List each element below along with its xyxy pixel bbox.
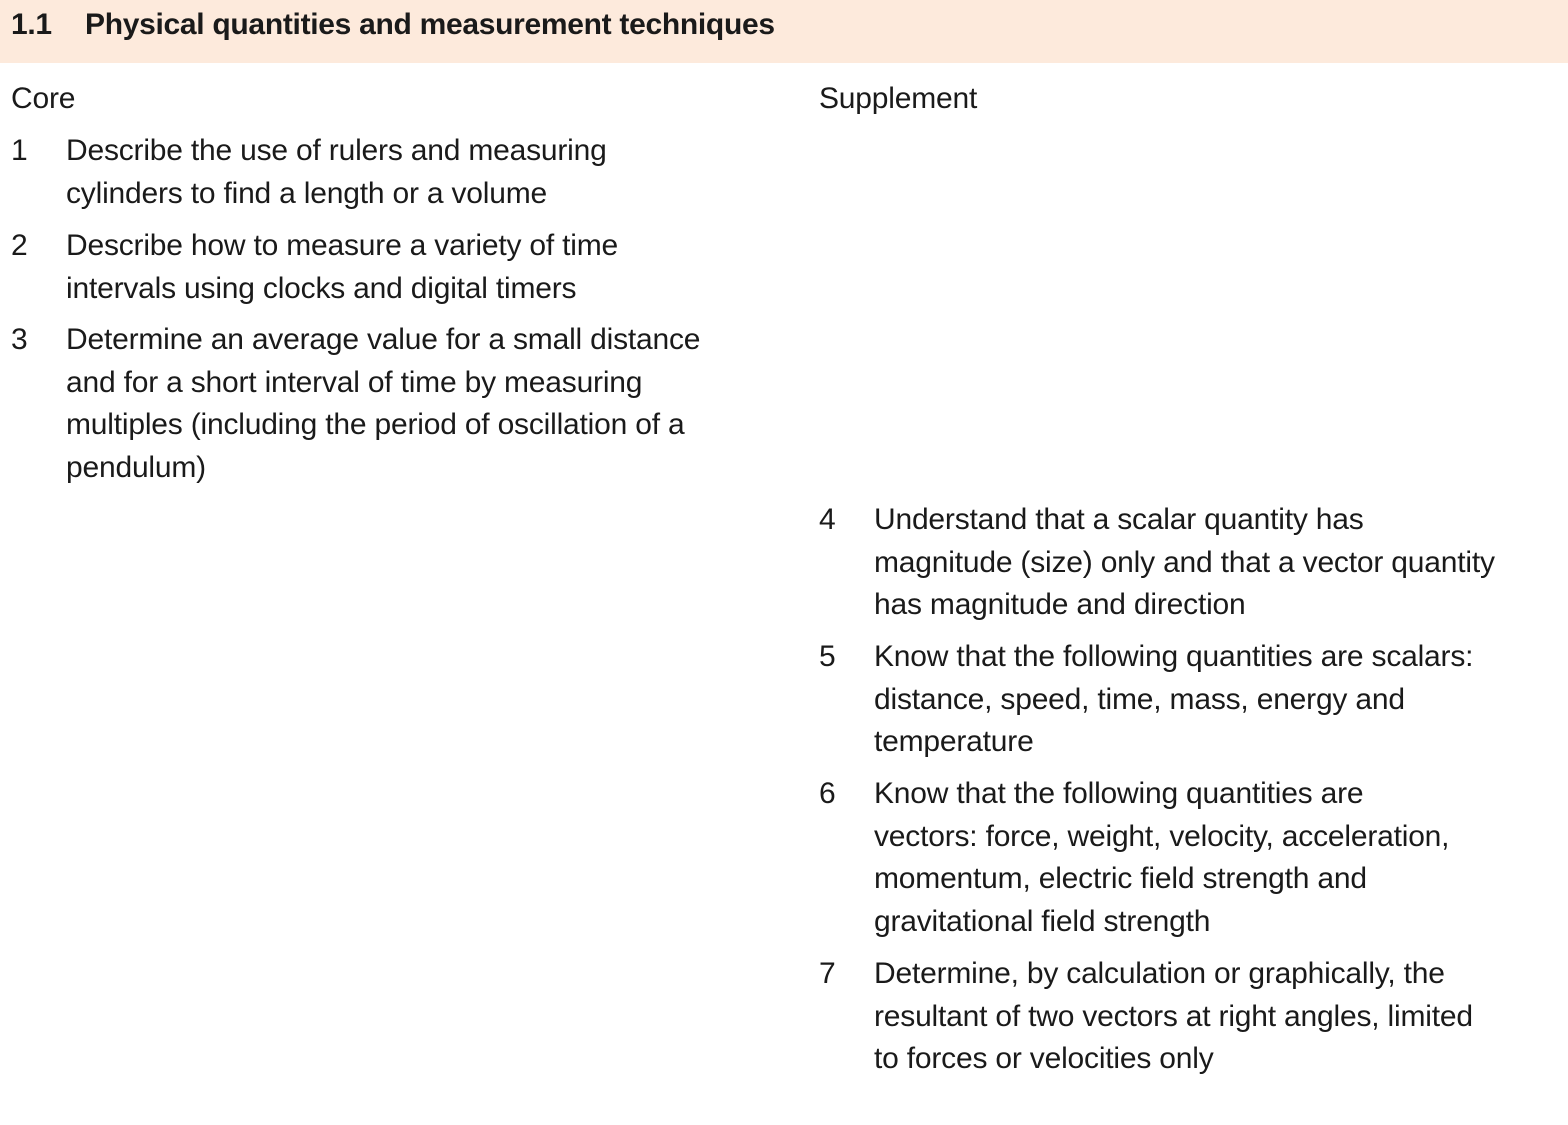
core-item-number: 3	[11, 323, 28, 356]
supplement-item-line: has magnitude and direction	[874, 588, 1246, 621]
core-item-line: pendulum)	[66, 450, 206, 484]
supplement-item-number: 4	[819, 503, 836, 536]
core-item-text: Describe how to measure a variety of tim…	[66, 225, 618, 310]
supplement-item-line: Know that the following quantities are s…	[874, 640, 1474, 673]
core-item-line: multiples (including the period of oscil…	[66, 408, 685, 441]
core-item-text: Determine an average value for a small d…	[66, 319, 700, 489]
supplement-item-number: 7	[819, 957, 836, 990]
supplement-item-line: to forces or velocities only	[874, 1042, 1214, 1075]
section-number: 1.1	[11, 8, 52, 41]
core-item-text: Describe the use of rulers and measuring…	[66, 130, 607, 215]
supplement-item-line: Understand that a scalar quantity has	[874, 503, 1364, 536]
core-item-number: 1	[11, 134, 28, 167]
supplement-item-line: Know that the following quantities are	[874, 777, 1364, 810]
supplement-item-text: Know that the following quantities are s…	[874, 636, 1473, 764]
core-item-line: Describe how to measure a variety of tim…	[66, 229, 619, 262]
supplement-item-text: Determine, by calculation or graphically…	[874, 953, 1473, 1081]
supplement-heading: Supplement	[819, 82, 978, 115]
core-item-number: 2	[11, 229, 28, 262]
supplement-item-number: 5	[819, 640, 836, 673]
section-header: 1.1 Physical quantities and measurement …	[0, 0, 1568, 63]
supplement-item-line: magnitude (size) only and that a vector …	[874, 545, 1495, 579]
supplement-item-line: gravitational field strength	[874, 904, 1211, 938]
supplement-item-line: resultant of two vectors at right angles…	[874, 999, 1473, 1033]
supplement-item-number: 6	[819, 777, 836, 810]
supplement-item-line: momentum, electric field strength and	[874, 862, 1367, 895]
core-item-line: and for a short interval of time by meas…	[66, 365, 643, 399]
supplement-item-text: Understand that a scalar quantity has ma…	[874, 499, 1495, 627]
core-item-line: Describe the use of rulers and measuring	[66, 134, 607, 167]
supplement-item-line: distance, speed, time, mass, energy and	[874, 682, 1405, 716]
supplement-item-line: vectors: force, weight, velocity, accele…	[874, 819, 1450, 853]
core-item-line: intervals using clocks and digital timer…	[66, 271, 577, 305]
core-heading: Core	[11, 82, 76, 115]
supplement-item-line: Determine, by calculation or graphically…	[874, 957, 1445, 990]
supplement-item-text: Know that the following quantities are v…	[874, 773, 1449, 943]
core-item-line: cylinders to find a length or a volume	[66, 176, 547, 210]
core-item-line: Determine an average value for a small d…	[66, 323, 701, 356]
supplement-item-line: temperature	[874, 725, 1034, 758]
section-title: Physical quantities and measurement tech…	[85, 8, 775, 41]
